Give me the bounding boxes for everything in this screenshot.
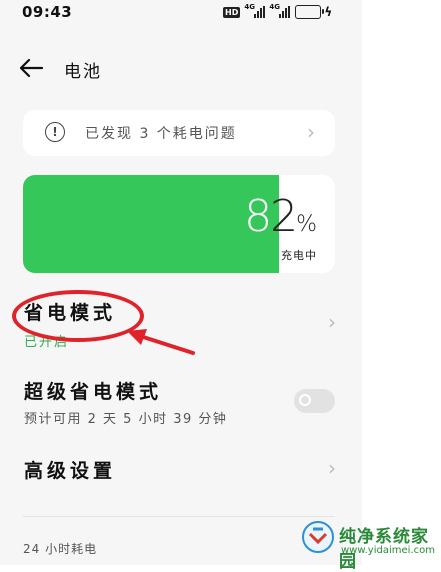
- alert-text: 已发现 3 个耗电问题: [85, 126, 237, 142]
- battery-level-bar: [23, 175, 279, 273]
- charging-status: 充电中: [281, 249, 317, 262]
- chevron-right-icon: ›: [328, 456, 336, 480]
- signal-label-2: 4G: [269, 3, 280, 11]
- charging-bolt-icon: ϟ: [324, 5, 333, 19]
- watermark-url: www.yidaimei.com: [341, 545, 435, 556]
- super-saving-title: 超级省电模式: [24, 381, 163, 403]
- advanced-settings-title: 高级设置: [24, 460, 117, 482]
- battery-percent: 82%: [244, 191, 317, 242]
- battery-status-icon: [295, 5, 325, 19]
- battery-percent-sign: %: [296, 212, 317, 237]
- power-saving-status: 已开启: [24, 335, 70, 350]
- hd-badge: HD: [223, 6, 241, 18]
- toggle-knob: [299, 394, 311, 406]
- signal-icon: 4G: [244, 3, 266, 18]
- battery-level-card: 82% 充电中: [23, 175, 335, 273]
- advanced-settings-row[interactable]: 高级设置 ›: [0, 448, 362, 492]
- back-arrow-icon[interactable]: [18, 57, 44, 79]
- exclamation-circle-icon: !: [45, 122, 65, 142]
- super-saving-estimate: 预计可用 2 天 5 小时 39 分钟: [24, 412, 228, 427]
- super-power-saving-row: 超级省电模式 预计可用 2 天 5 小时 39 分钟: [0, 370, 362, 430]
- battery-percent-digit-2: 2: [270, 191, 298, 242]
- divider: [23, 516, 335, 517]
- usage-24h-label: 24 小时耗电: [23, 542, 98, 556]
- power-issues-alert[interactable]: ! 已发现 3 个耗电问题 ›: [23, 110, 335, 156]
- watermark: 纯净系统家园 www.yidaimei.com: [295, 512, 441, 572]
- status-icons: HD 4G 4G ϟ: [223, 3, 333, 19]
- chevron-right-icon: ›: [328, 310, 336, 334]
- page-title: 电池: [64, 62, 102, 82]
- signal-icon-2: 4G: [269, 3, 291, 18]
- watermark-logo-icon: [302, 521, 334, 553]
- super-saving-toggle[interactable]: [294, 389, 335, 413]
- chevron-right-icon: ›: [307, 120, 315, 144]
- signal-label: 4G: [244, 3, 255, 11]
- battery-percent-digit-1: 8: [244, 191, 272, 242]
- power-saving-row[interactable]: 省电模式 已开启 ›: [0, 290, 362, 350]
- power-saving-title: 省电模式: [24, 302, 117, 324]
- status-time: 09:43: [22, 3, 73, 21]
